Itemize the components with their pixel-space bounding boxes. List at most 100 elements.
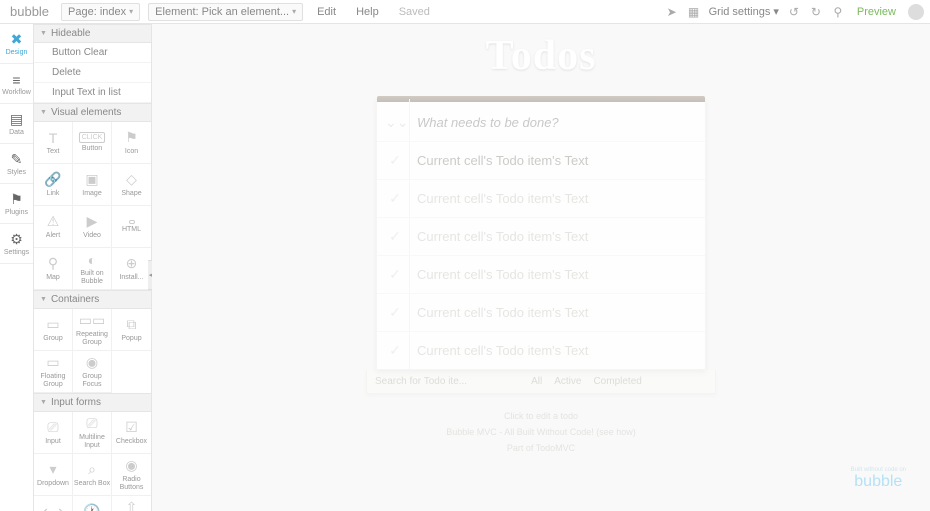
page-title: Todos (152, 32, 930, 80)
todo-row[interactable]: ✓Current cell's Todo item's Text (377, 179, 705, 217)
hideable-item[interactable]: Input Text in list (34, 83, 151, 103)
palette-icon: ⎚ (47, 419, 58, 436)
filter-all[interactable]: All (531, 376, 542, 387)
palette-cell[interactable]: ▭Floating Group (34, 351, 73, 393)
check-icon[interactable]: ✓ (385, 152, 405, 169)
expand-all-icon[interactable]: ⌄⌄ (385, 114, 405, 131)
tab-plugins[interactable]: ⚑Plugins (0, 184, 33, 224)
check-icon[interactable]: ✓ (385, 304, 405, 321)
palette-icon: 🕐 (83, 503, 100, 511)
section-hideable[interactable]: ▼Hideable (34, 24, 151, 43)
todo-row[interactable]: ✓Current cell's Todo item's Text (377, 217, 705, 255)
section-visual[interactable]: ▼Visual elements (34, 103, 151, 122)
palette-cell[interactable]: ◉Group Focus (73, 351, 112, 393)
todo-row[interactable]: ✓Current cell's Todo item's Text (377, 293, 705, 331)
user-avatar[interactable] (908, 4, 924, 20)
page-dropdown[interactable]: Page: index▾ (61, 3, 140, 21)
palette-cell[interactable]: ⎚Multiline Input (73, 412, 112, 454)
search-icon[interactable]: ⚲ (831, 5, 845, 19)
palette-cell[interactable]: ⧉Popup (112, 309, 151, 351)
palette-cell[interactable]: ▾Dropdown (34, 454, 73, 496)
palette-icon: ▭▭ (79, 312, 105, 329)
styles-icon: ✎ (11, 151, 23, 168)
palette-icon: ▶ (87, 213, 98, 230)
palette-cell[interactable]: ◐Built on Bubble (73, 248, 112, 290)
preview-button[interactable]: Preview (853, 6, 900, 18)
todo-row[interactable]: ✓Current cell's Todo item's Text (377, 331, 705, 369)
palette-cell[interactable]: ⚑Icon (112, 122, 151, 164)
undo-icon[interactable]: ↺ (787, 5, 801, 19)
palette-icon: ⚑ (125, 129, 138, 146)
tab-settings[interactable]: ⚙Settings (0, 224, 33, 264)
palette-cell[interactable]: ◉Radio Buttons (112, 454, 151, 496)
palette-cell[interactable]: ☑Checkbox (112, 412, 151, 454)
built-on-bubble-badge[interactable]: Built without code on bubble (851, 467, 906, 491)
plugins-icon: ⚑ (10, 191, 23, 208)
edit-menu[interactable]: Edit (311, 6, 342, 18)
palette-icon: ⚲ (48, 255, 58, 272)
redo-icon[interactable]: ↻ (809, 5, 823, 19)
palette-cell[interactable]: 🕐Time Picker (73, 496, 112, 511)
palette-icon: ▾ (49, 461, 56, 478)
todo-footer: Search for Todo ite... All Active Comple… (366, 370, 716, 394)
palette-cell[interactable]: ▭Group (34, 309, 73, 351)
tab-design[interactable]: ✖Design (0, 24, 33, 64)
todo-row[interactable]: ✓Current cell's Todo item's Text (377, 141, 705, 179)
palette-cell[interactable]: ⟷Slider Input (34, 496, 73, 511)
info-footer: Click to edit a todo Bubble MVC - All Bu… (152, 408, 930, 457)
element-dropdown[interactable]: Element: Pick an element...▾ (148, 3, 303, 21)
grid-icon[interactable]: ▦ (687, 5, 701, 19)
palette-cell[interactable]: CLICKButton (73, 122, 112, 164)
palette-icon: ▣ (85, 171, 98, 188)
tab-styles[interactable]: ✎Styles (0, 144, 33, 184)
palette-icon: T (49, 130, 58, 146)
visual-grid: TTextCLICKButton⚑Icon 🔗Link▣Image◇Shape ⚠A… (34, 122, 151, 290)
check-icon[interactable]: ✓ (385, 342, 405, 359)
palette-cell[interactable]: ⇧Picture Uploader (112, 496, 151, 511)
new-todo-input[interactable] (405, 115, 705, 130)
palette-cell[interactable]: ▭▭Repeating Group (73, 309, 112, 351)
section-inputs[interactable]: ▼Input forms (34, 393, 151, 412)
search-todo-input[interactable]: Search for Todo ite... (375, 376, 467, 387)
palette-cell[interactable]: ⊕Install... (112, 248, 151, 290)
section-containers[interactable]: ▼Containers (34, 290, 151, 309)
filter-active[interactable]: Active (554, 376, 581, 387)
palette-cell[interactable]: TText (34, 122, 73, 164)
tab-data[interactable]: ▤Data (0, 104, 33, 144)
todo-card: ⌄⌄ ✓Current cell's Todo item's Text ✓Cur… (376, 98, 706, 370)
palette-cell[interactable]: ◇Shape (112, 164, 151, 206)
palette-cell[interactable]: ⚲Map (34, 248, 73, 290)
tab-workflow[interactable]: ≡Workflow (0, 64, 33, 104)
palette-icon: ⧉ (127, 316, 137, 333)
grid-settings-dropdown[interactable]: Grid settings▾ (709, 5, 779, 18)
palette-icon: ⟷ (43, 503, 63, 511)
palette-cell[interactable]: ⌕Search Box (73, 454, 112, 496)
help-menu[interactable]: Help (350, 6, 385, 18)
design-icon: ✖ (11, 31, 23, 48)
palette-cell[interactable]: ▶Video (73, 206, 112, 248)
palette-icon: CLICK (79, 132, 106, 143)
hideable-item[interactable]: Delete (34, 63, 151, 83)
triangle-down-icon: ▼ (40, 30, 47, 37)
check-icon[interactable]: ✓ (385, 190, 405, 207)
pointer-icon[interactable]: ➤ (665, 5, 679, 19)
check-icon[interactable]: ✓ (385, 266, 405, 283)
palette-icon: ◐ (88, 252, 96, 268)
palette-icon (129, 220, 135, 224)
check-icon[interactable]: ✓ (385, 228, 405, 245)
todo-row[interactable]: ✓Current cell's Todo item's Text (377, 255, 705, 293)
palette-cell[interactable]: 🔗Link (34, 164, 73, 206)
palette-icon: ◉ (86, 354, 98, 371)
chevron-down-icon: ▾ (292, 7, 296, 16)
inputs-grid: ⎚Input⎚Multiline Input☑Checkbox ▾Dropdown… (34, 412, 151, 511)
palette-icon: ⎚ (86, 415, 97, 432)
palette-cell[interactable]: HTML (112, 206, 151, 248)
palette-icon: ⌕ (88, 461, 96, 478)
palette-cell[interactable]: ⎚Input (34, 412, 73, 454)
filter-completed[interactable]: Completed (593, 376, 641, 387)
editor-canvas[interactable]: Todos ⌄⌄ ✓Current cell's Todo item's Tex… (152, 24, 930, 511)
palette-cell[interactable]: ▣Image (73, 164, 112, 206)
palette-cell[interactable]: ⚠Alert (34, 206, 73, 248)
hideable-item[interactable]: Button Clear (34, 43, 151, 63)
triangle-down-icon: ▼ (40, 399, 47, 406)
